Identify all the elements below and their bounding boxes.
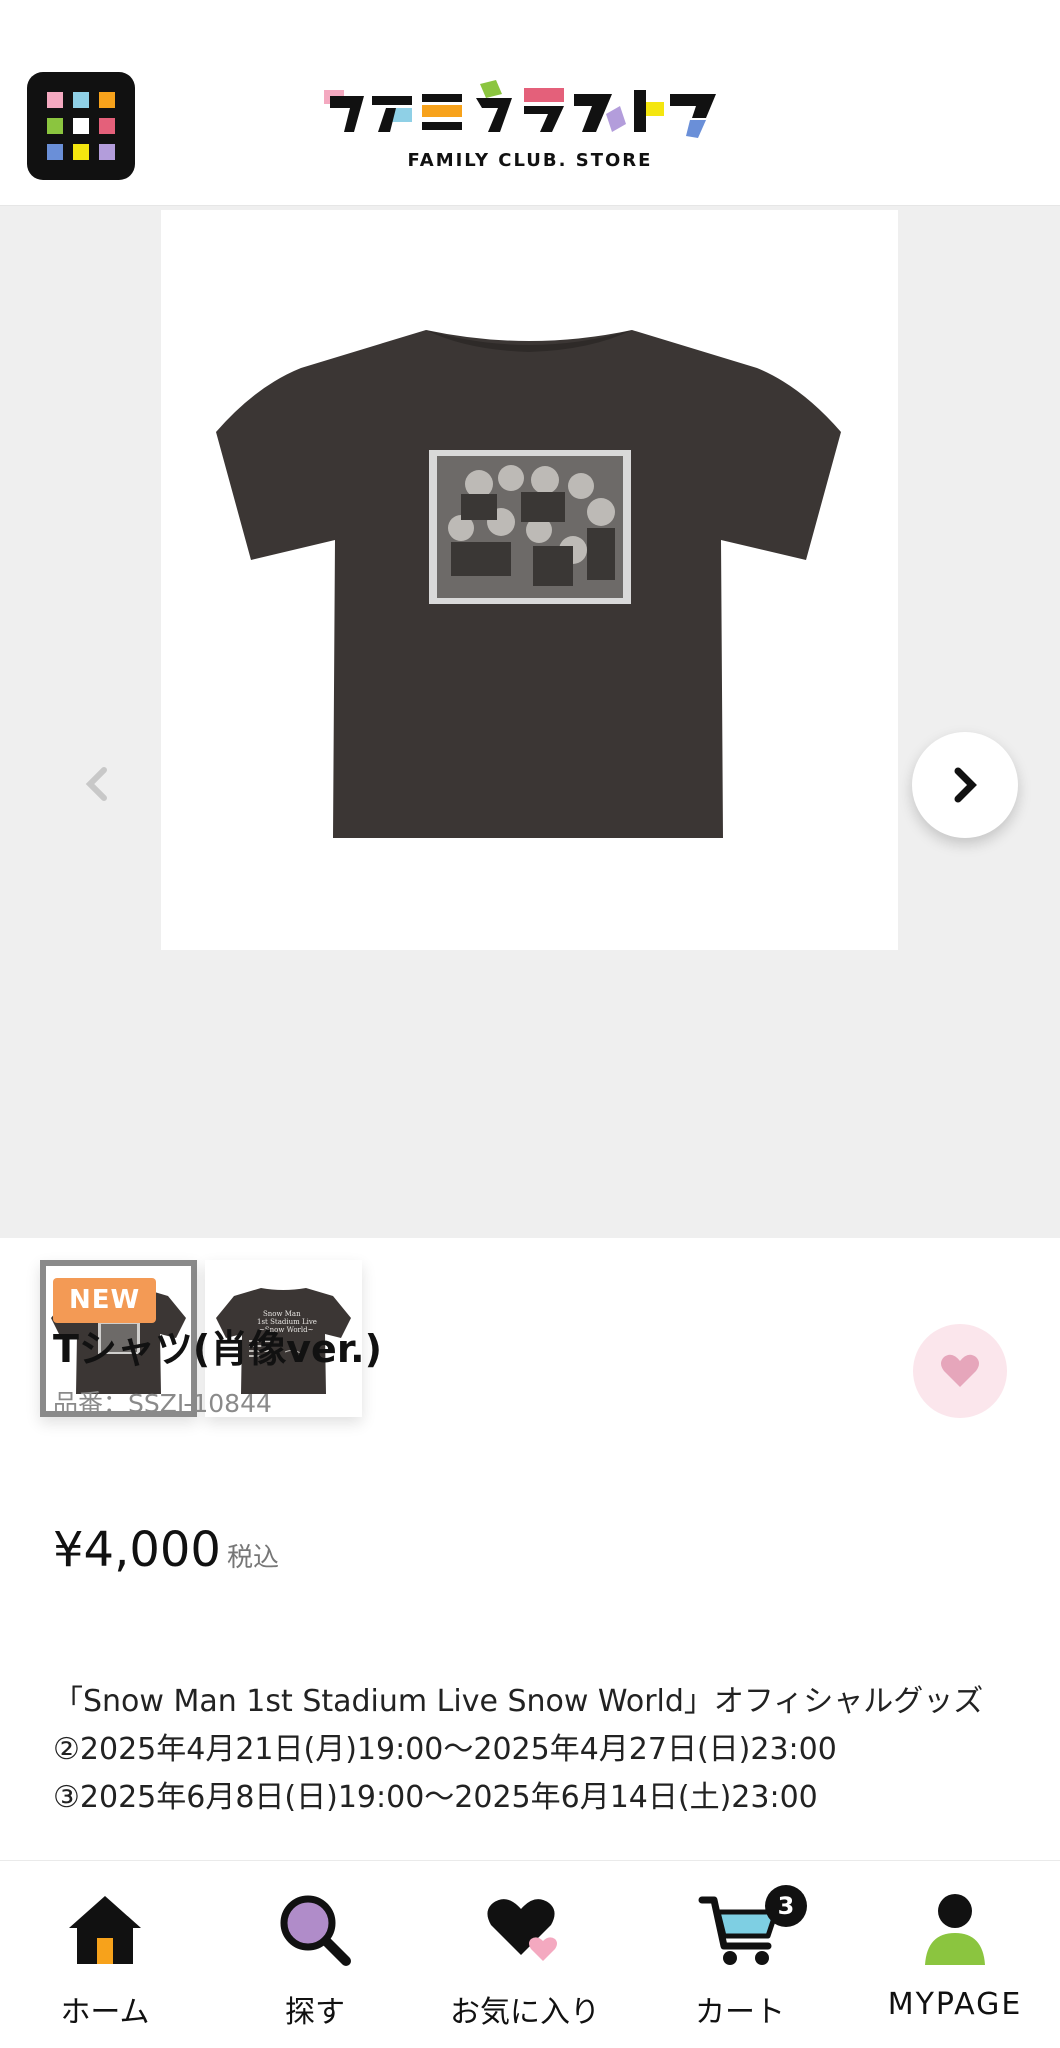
product-title: Tシャツ(肖像ver.)	[53, 1327, 382, 1371]
price-value: ¥4,000	[53, 1522, 221, 1578]
nav-search[interactable]: 探す	[245, 1875, 385, 2030]
description-line: ③2025年6月8日(日)19:00～2025年6月14日(土)23:00	[53, 1780, 818, 1815]
product-gallery: Snow Man 1st Stadium Live ~Snow World~	[0, 206, 1060, 1417]
nav-home[interactable]: ホーム	[35, 1875, 175, 2030]
product-main-image[interactable]	[161, 210, 898, 950]
nav-search-label: 探す	[285, 1995, 345, 2030]
app-header: FAMILY CLUB. STORE	[0, 0, 1060, 206]
nav-cart-label: カート	[695, 1995, 785, 2030]
menu-tile	[99, 118, 115, 134]
nav-mypage-label: MYPAGE	[887, 1987, 1023, 2022]
prev-image-button[interactable]	[78, 762, 114, 806]
description-line: 「Snow Man 1st Stadium Live Snow World」オフ…	[53, 1684, 984, 1719]
heart-icon	[941, 1354, 979, 1387]
nav-cart[interactable]: 3 カート	[670, 1875, 810, 2030]
user-icon	[925, 1894, 985, 1965]
menu-tile	[47, 92, 63, 108]
menu-tile	[73, 118, 89, 134]
home-icon	[69, 1896, 141, 1964]
tshirt-front-image	[216, 330, 841, 838]
favorite-button[interactable]	[913, 1324, 1007, 1418]
product-price: ¥4,000 税込	[53, 1518, 279, 1590]
nav-mypage[interactable]: MYPAGE	[870, 1875, 1040, 2025]
product-description: 「Snow Man 1st Stadium Live Snow World」オフ…	[53, 1678, 1043, 1822]
menu-tile	[99, 144, 115, 160]
tax-label: 税込	[226, 1543, 279, 1573]
product-code: 品番：SSZJ-10844	[53, 1389, 272, 1418]
menu-tile	[47, 118, 63, 134]
bottom-navigation: ホーム 探す お気に入り 3 カート MYPAGE	[0, 1860, 1060, 2048]
store-logo-subtitle: FAMILY CLUB. STORE	[407, 150, 653, 171]
search-icon	[280, 1895, 351, 1966]
menu-grid-button[interactable]	[27, 72, 135, 180]
cart-count-badge: 3	[765, 1885, 807, 1927]
menu-tile	[73, 144, 89, 160]
menu-tile	[73, 92, 89, 108]
next-image-button[interactable]	[912, 732, 1018, 838]
description-line: ②2025年4月21日(月)19:00～2025年4月27日(日)23:00	[53, 1732, 837, 1767]
menu-tile	[47, 144, 63, 160]
nav-favorites-label: お気に入り	[450, 1995, 600, 2030]
heart-icon	[487, 1899, 557, 1961]
nav-home-label: ホーム	[60, 1995, 150, 2030]
chevron-right-icon	[954, 767, 977, 803]
back-print-line: Snow Man	[263, 1310, 301, 1318]
nav-favorites[interactable]: お気に入り	[430, 1875, 620, 2030]
new-badge: NEW	[53, 1278, 157, 1323]
menu-tile	[99, 92, 115, 108]
chevron-left-icon	[85, 767, 107, 801]
